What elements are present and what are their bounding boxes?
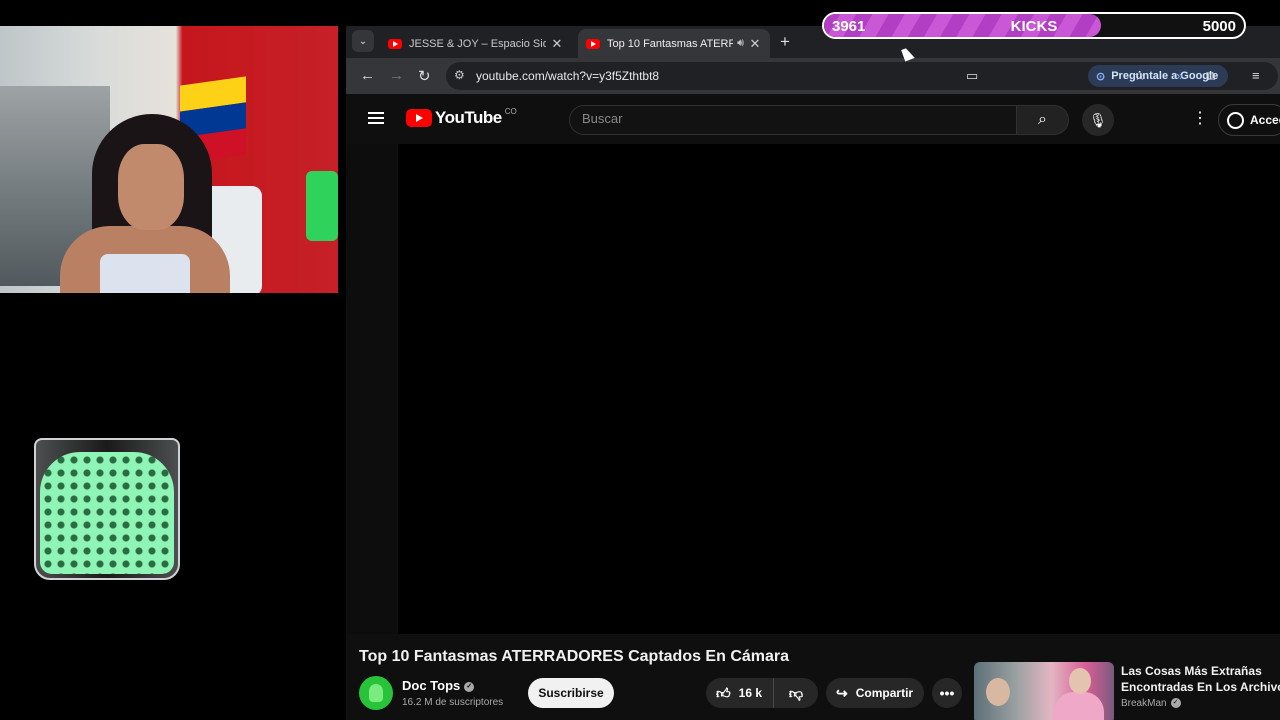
thumbnail-figure [1054, 692, 1104, 720]
audio-playing-icon[interactable]: 🔊︎ [737, 37, 744, 50]
reload-icon[interactable]: ↻ [418, 67, 431, 85]
search-input[interactable] [582, 111, 1002, 126]
tab-search-button[interactable]: ⌄ [352, 30, 374, 52]
sign-in-label: Acceder [1250, 113, 1280, 127]
bookmark-star-icon[interactable]: ☆ [1134, 68, 1146, 84]
kicks-goal: 5000 [1202, 18, 1236, 35]
ask-google-label: Pregúntale a Google [1111, 70, 1219, 82]
tab-jesse-joy[interactable]: JESSE & JOY – Espacio Sideral ( ✕ [380, 29, 572, 58]
channel-name-text[interactable]: Doc Tops [402, 678, 460, 693]
search-icon: ⌕ [1038, 111, 1047, 128]
youtube-header: YouTube CO ⌕ 🎙︎ ⋮ Acceder [346, 94, 1280, 144]
like-count: 16 k [738, 686, 762, 700]
kicks-label: KICKS [1010, 18, 1058, 35]
voice-search-button[interactable]: 🎙︎ [1082, 104, 1114, 136]
recommended-title-line[interactable]: Encontradas En Los Archivos ... [1121, 679, 1280, 695]
streamer-face [118, 144, 184, 230]
thumbs-down-icon: 👎︎ [788, 684, 804, 701]
google-lens-icon: ⊙ [1096, 70, 1106, 83]
jar-kicks-fill [40, 452, 174, 574]
kicks-goal-bar: 3961 KICKS 5000 [822, 12, 1246, 39]
like-button[interactable]: 👍︎ 16 k [706, 678, 774, 708]
video-player[interactable] [346, 144, 1280, 634]
country-code: CO [504, 106, 517, 116]
recommended-channel[interactable]: BreakMan ✓ [1121, 698, 1181, 709]
browser-toolbar: ← → ↻ ⚙ youtube.com/watch?v=y3f5Zthtbt8 … [346, 58, 1280, 94]
channel-avatar[interactable] [359, 676, 393, 710]
video-title: Top 10 Fantasmas ATERRADORES Captados En… [359, 648, 790, 665]
screen: ⌄ JESSE & JOY – Espacio Sideral ( ✕ Top … [0, 0, 1280, 720]
sign-in-button[interactable]: Acceder [1218, 104, 1280, 136]
search-button[interactable]: ⌕ [1017, 105, 1069, 135]
site-info-icon[interactable]: ⚙ [454, 68, 465, 82]
tab-title: Top 10 Fantasmas ATERRAD [607, 37, 734, 50]
url-text[interactable]: youtube.com/watch?v=y3f5Zthtbt8 [476, 69, 659, 83]
subscribe-button[interactable]: Suscribirse [528, 678, 614, 708]
green-object [306, 171, 338, 241]
youtube-wordmark: YouTube [435, 108, 502, 127]
subscriber-count: 16.2 M de suscriptores [402, 697, 504, 708]
forward-arrow-icon[interactable]: → [389, 67, 404, 84]
streamer-top [100, 254, 190, 293]
media-controls-icon[interactable]: ≡ [1252, 68, 1260, 83]
address-bar[interactable]: ⚙ youtube.com/watch?v=y3f5Zthtbt8 ▭ ⊙ Pr… [446, 62, 1278, 90]
recommended-channel-name[interactable]: BreakMan [1121, 698, 1167, 709]
webcam-feed [0, 26, 338, 293]
youtube-play-icon [406, 109, 432, 127]
tip-jar [34, 438, 180, 580]
more-actions-button[interactable]: ••• [932, 678, 962, 708]
extensions-icon[interactable]: ⧉ [1206, 68, 1215, 84]
more-options-icon[interactable]: ⋮ [1192, 108, 1208, 128]
video-frame[interactable] [398, 144, 1280, 634]
tab-top-10-fantasmas[interactable]: Top 10 Fantasmas ATERRAD 🔊︎ ✕ [578, 29, 770, 58]
recommended-title-line[interactable]: Las Cosas Más Extrañas [1121, 663, 1280, 679]
verified-check-icon: ✓ [1170, 698, 1181, 709]
account-icon [1227, 111, 1244, 129]
share-icon: ↪ [836, 684, 848, 701]
back-arrow-icon[interactable]: ← [360, 67, 375, 84]
more-horizontal-icon: ••• [939, 685, 955, 701]
channel-name[interactable]: Doc Tops ✓ [402, 678, 475, 693]
search-box[interactable] [569, 105, 1017, 135]
close-icon[interactable]: ✕ [550, 36, 564, 52]
close-icon[interactable]: ✕ [748, 36, 762, 52]
share-label: Compartir [855, 686, 914, 700]
youtube-logo[interactable]: YouTube CO [406, 106, 517, 128]
dislike-button[interactable]: 👎︎ [774, 685, 818, 702]
menu-icon[interactable] [368, 112, 384, 124]
new-tab-button[interactable]: + [780, 32, 790, 52]
like-dislike-group: 👍︎ 16 k 👎︎ [706, 678, 818, 708]
share-button[interactable]: ↪ Compartir [826, 678, 924, 708]
recommended-thumbnail[interactable] [974, 662, 1114, 720]
recommended-title[interactable]: Las Cosas Más Extrañas Encontradas En Lo… [1121, 663, 1280, 695]
browser-window: ⌄ JESSE & JOY – Espacio Sideral ( ✕ Top … [346, 26, 1280, 720]
tab-title: JESSE & JOY – Espacio Sideral ( [409, 37, 546, 50]
thumbnail-face [1069, 668, 1091, 694]
audio-extension-icon[interactable]: » [1176, 68, 1183, 83]
microphone-icon: 🎙︎ [1089, 111, 1107, 128]
youtube-icon [388, 38, 402, 49]
youtube-icon [586, 38, 600, 49]
thumbs-up-icon: 👍︎ [716, 684, 731, 701]
cast-icon[interactable]: ▭ [966, 68, 978, 84]
thumbnail-face [986, 678, 1010, 706]
verified-check-icon: ✓ [464, 681, 475, 692]
